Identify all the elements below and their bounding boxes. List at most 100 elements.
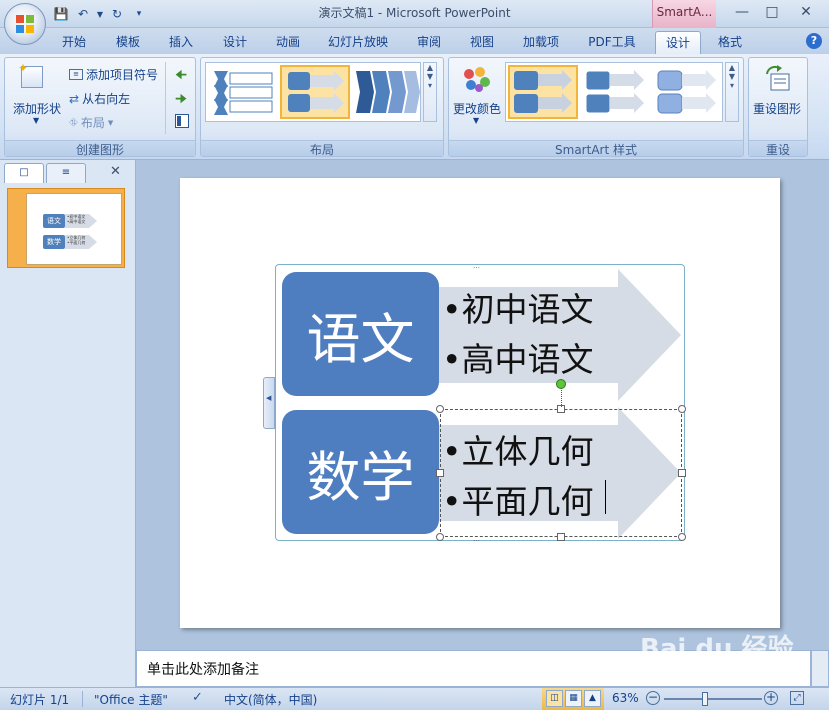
reset-graphic-icon: [763, 64, 793, 94]
tab-format[interactable]: 格式: [708, 31, 752, 54]
minimize-icon[interactable]: —: [728, 2, 756, 22]
chevron-down-icon: ▼: [107, 118, 114, 127]
spellcheck-icon[interactable]: ✓: [192, 690, 203, 705]
help-icon[interactable]: ?: [806, 33, 822, 49]
group-label: SmartArt 样式: [449, 140, 743, 157]
reset-graphic-button[interactable]: 重设图形: [753, 100, 801, 117]
smartart-context-tab: SmartA...: [652, 0, 716, 28]
layout-dropdown-button[interactable]: ⛗ 布局 ▼: [69, 114, 113, 131]
tab-animations[interactable]: 动画: [266, 31, 310, 54]
thumb-box-2: 数学: [43, 235, 65, 249]
tab-templates[interactable]: 模板: [106, 31, 150, 54]
right-to-left-label: 从右向左: [82, 92, 131, 106]
close-pane-icon[interactable]: ✕: [110, 164, 121, 179]
slides-tab[interactable]: □: [4, 163, 44, 183]
right-to-left-button[interactable]: ⇄ 从右向左: [69, 90, 130, 107]
add-bullet-button[interactable]: ≡ 添加项目符号: [69, 66, 158, 83]
tab-addins[interactable]: 加载项: [514, 31, 568, 54]
bullet-item[interactable]: •初中语文: [442, 283, 593, 331]
slides-tab-icon: □: [19, 167, 29, 178]
group-layouts: ▲ ▼ ▾ 布局: [200, 57, 444, 157]
tab-review[interactable]: 审阅: [407, 31, 451, 54]
demote-icon[interactable]: 🠊: [175, 90, 187, 112]
resize-handle[interactable]: [436, 533, 444, 541]
language-indicator[interactable]: 中文(简体，中国): [224, 691, 317, 708]
thumb-line: •平面几何: [67, 240, 86, 245]
restore-icon[interactable]: □: [758, 2, 786, 22]
slideshow-icon[interactable]: ▲: [584, 690, 601, 707]
outline-tab-icon: ≡: [61, 167, 71, 178]
resize-handle[interactable]: [678, 469, 686, 477]
style-option-2[interactable]: [582, 67, 648, 117]
thumb-box-1: 语文: [43, 214, 65, 228]
tab-slideshow[interactable]: 幻灯片放映: [322, 31, 394, 54]
divider: [82, 691, 83, 707]
divider: [165, 62, 166, 134]
close-icon[interactable]: ✕: [792, 2, 820, 22]
ribbon: ✦ 添加形状 ▼ ≡ 添加项目符号 ⇄ 从右向左 ⛗ 布局 ▼ 🠈 🠊 创建图形: [0, 54, 829, 160]
rotation-line: [561, 387, 562, 407]
notes-scrollbar[interactable]: [811, 650, 829, 687]
heading-box-1[interactable]: 语文: [282, 272, 439, 396]
status-bar: 幻灯片 1/1 "Office 主题" ✓ 中文(简体，中国) ◫ ▦ ▲ 63…: [0, 687, 829, 710]
office-logo-icon: [16, 15, 34, 33]
chevron-down-icon[interactable]: ▼: [33, 116, 39, 125]
heading-box-2[interactable]: 数学: [282, 410, 439, 534]
group-create-graphic: ✦ 添加形状 ▼ ≡ 添加项目符号 ⇄ 从右向左 ⛗ 布局 ▼ 🠈 🠊 创建图形: [4, 57, 196, 157]
bullet-list-icon: ≡: [69, 69, 83, 80]
office-button[interactable]: [4, 3, 46, 45]
resize-handle[interactable]: [436, 405, 444, 413]
layout-option-1[interactable]: [210, 67, 276, 117]
change-colors-button[interactable]: 更改颜色: [453, 100, 501, 117]
layout-option-2-selected[interactable]: [280, 65, 350, 119]
frame-grip[interactable]: …: [473, 535, 480, 543]
tab-home[interactable]: 开始: [52, 31, 96, 54]
group-label: 布局: [201, 140, 443, 157]
smartart-graphic[interactable]: ◀ 语文 •初中语文 •高中语文 数学 •立体几何 •平面几何 … …: [263, 262, 686, 543]
add-shape-button[interactable]: 添加形状: [13, 100, 61, 117]
layout-gallery-scroll[interactable]: ▲ ▼ ▾: [423, 62, 437, 122]
promote-icon[interactable]: 🠈: [175, 66, 187, 88]
layout-label: 布局: [80, 116, 105, 130]
bullet-item[interactable]: •高中语文: [442, 333, 593, 381]
zoom-in-icon[interactable]: +: [764, 691, 778, 705]
text-pane-toggle[interactable]: ◀: [263, 377, 275, 429]
frame-grip[interactable]: …: [473, 262, 480, 270]
tab-smartart-design[interactable]: 设计: [655, 31, 701, 54]
text-pane-icon[interactable]: [175, 114, 189, 128]
group-reset: 重设图形 重设: [748, 57, 808, 157]
zoom-level[interactable]: 63%: [612, 691, 639, 705]
layout-gallery: [205, 62, 421, 122]
zoom-out-icon[interactable]: −: [646, 691, 660, 705]
group-smartart-styles: 更改颜色 ▼ ▲ ▼ ▾ SmartArt 样式: [448, 57, 744, 157]
slide-sorter-icon[interactable]: ▦: [565, 690, 582, 707]
tab-view[interactable]: 视图: [460, 31, 504, 54]
layout-option-3[interactable]: [354, 67, 420, 117]
resize-handle[interactable]: [678, 405, 686, 413]
zoom-slider-thumb[interactable]: [702, 692, 708, 706]
zoom-slider[interactable]: [664, 698, 762, 700]
resize-handle[interactable]: [436, 469, 444, 477]
tab-design[interactable]: 设计: [213, 31, 257, 54]
tab-insert[interactable]: 插入: [159, 31, 203, 54]
group-label: 创建图形: [5, 140, 195, 157]
resize-handle[interactable]: [678, 533, 686, 541]
add-bullet-label: 添加项目符号: [86, 68, 159, 82]
fit-to-window-icon[interactable]: ⤢: [790, 691, 804, 705]
slide-thumbnail[interactable]: 语文 •初中语文 •高中语文 数学 •立体几何 •平面几何: [7, 188, 125, 268]
theme-name: "Office 主题": [94, 693, 168, 707]
swap-arrows-icon: ⇄: [69, 91, 80, 106]
thumbnail-slide: 语文 •初中语文 •高中语文 数学 •立体几何 •平面几何: [26, 193, 122, 265]
notes-placeholder: 单击此处添加备注: [147, 662, 259, 678]
rotation-handle[interactable]: [556, 379, 566, 389]
outline-tab[interactable]: ≡: [46, 163, 86, 183]
style-option-3[interactable]: [654, 67, 720, 117]
style-option-1-selected[interactable]: [508, 65, 578, 119]
normal-view-icon[interactable]: ◫: [546, 690, 563, 707]
color-palette-icon: [459, 64, 493, 94]
tab-pdf-tools[interactable]: PDF工具: [580, 31, 644, 54]
org-chart-icon: ⛗: [69, 115, 78, 129]
chevron-down-icon[interactable]: ▼: [473, 116, 479, 125]
style-gallery-scroll[interactable]: ▲ ▼ ▾: [725, 62, 739, 122]
resize-handle[interactable]: [557, 533, 565, 541]
